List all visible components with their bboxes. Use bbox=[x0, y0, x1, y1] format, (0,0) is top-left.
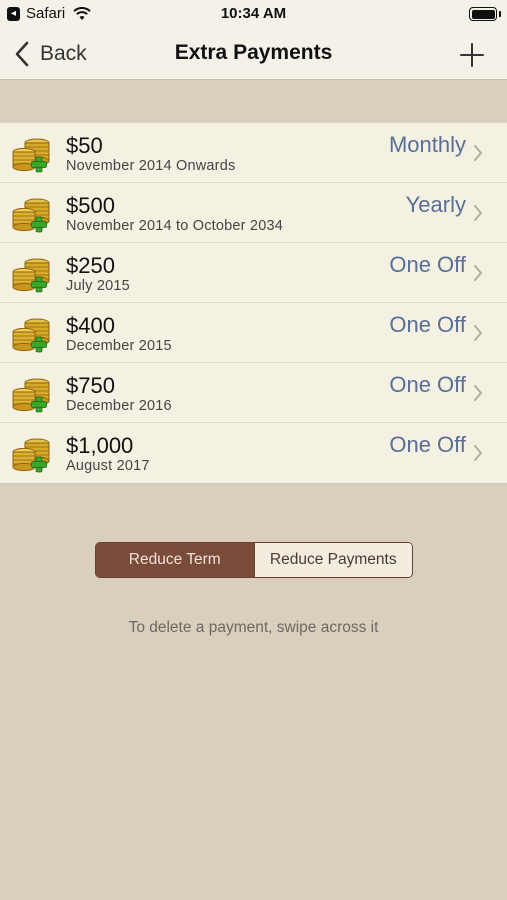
payment-frequency: One Off bbox=[389, 432, 466, 457]
payment-period: December 2015 bbox=[66, 338, 172, 354]
navigation-bar: Back Extra Payments bbox=[0, 28, 507, 80]
payment-frequency: Monthly bbox=[388, 132, 466, 157]
payment-amount: $750 bbox=[66, 373, 115, 398]
payment-row[interactable]: $1,000 August 2017 One Off bbox=[0, 423, 507, 483]
chevron-right-icon bbox=[473, 444, 483, 462]
payment-amount: $500 bbox=[66, 193, 115, 218]
coins-add-icon bbox=[11, 371, 53, 413]
coins-add-icon bbox=[11, 191, 53, 233]
payment-frequency: One Off bbox=[389, 312, 466, 337]
payment-amount: $1,000 bbox=[66, 433, 134, 458]
status-bar: ◂ Safari 10:34 AM bbox=[0, 0, 507, 28]
payments-list: $50 November 2014 Onwards Monthly $500 N… bbox=[0, 122, 507, 484]
payment-period: August 2017 bbox=[66, 458, 150, 474]
chevron-right-icon bbox=[473, 384, 483, 402]
battery-icon bbox=[469, 7, 501, 21]
payment-period: November 2014 Onwards bbox=[66, 158, 236, 174]
coins-add-icon bbox=[11, 431, 53, 473]
payment-row[interactable]: $750 December 2016 One Off bbox=[0, 363, 507, 423]
delete-hint: To delete a payment, swipe across it bbox=[128, 619, 379, 636]
payment-row[interactable]: $250 July 2015 One Off bbox=[0, 243, 507, 303]
reduce-payments-option[interactable]: Reduce Payments bbox=[253, 543, 412, 577]
chevron-right-icon bbox=[473, 204, 483, 222]
payment-amount: $250 bbox=[66, 253, 115, 278]
payment-period: November 2014 to October 2034 bbox=[66, 218, 283, 234]
coins-add-icon bbox=[11, 251, 53, 293]
status-time: 10:34 AM bbox=[220, 5, 287, 22]
payment-period: December 2016 bbox=[66, 398, 172, 414]
add-payment-button[interactable] bbox=[459, 42, 485, 68]
payment-row[interactable]: $400 December 2015 One Off bbox=[0, 303, 507, 363]
coins-add-icon bbox=[11, 311, 53, 353]
payment-period: July 2015 bbox=[66, 278, 130, 294]
chevron-right-icon bbox=[473, 324, 483, 342]
payment-row[interactable]: $50 November 2014 Onwards Monthly bbox=[0, 123, 507, 183]
payment-frequency: One Off bbox=[389, 252, 466, 277]
reduce-term-option[interactable]: Reduce Term bbox=[96, 543, 254, 577]
chevron-right-icon bbox=[473, 264, 483, 282]
payment-amount: $400 bbox=[66, 313, 115, 338]
payment-frequency: One Off bbox=[389, 372, 466, 397]
payment-amount: $50 bbox=[66, 133, 103, 158]
payment-row[interactable]: $500 November 2014 to October 2034 Yearl… bbox=[0, 183, 507, 243]
payment-frequency: Yearly bbox=[405, 192, 466, 217]
reduce-mode-control: Reduce Term Reduce Payments bbox=[95, 542, 413, 578]
coins-add-icon bbox=[11, 131, 53, 173]
chevron-right-icon bbox=[473, 144, 483, 162]
page-title: Extra Payments bbox=[174, 41, 333, 64]
